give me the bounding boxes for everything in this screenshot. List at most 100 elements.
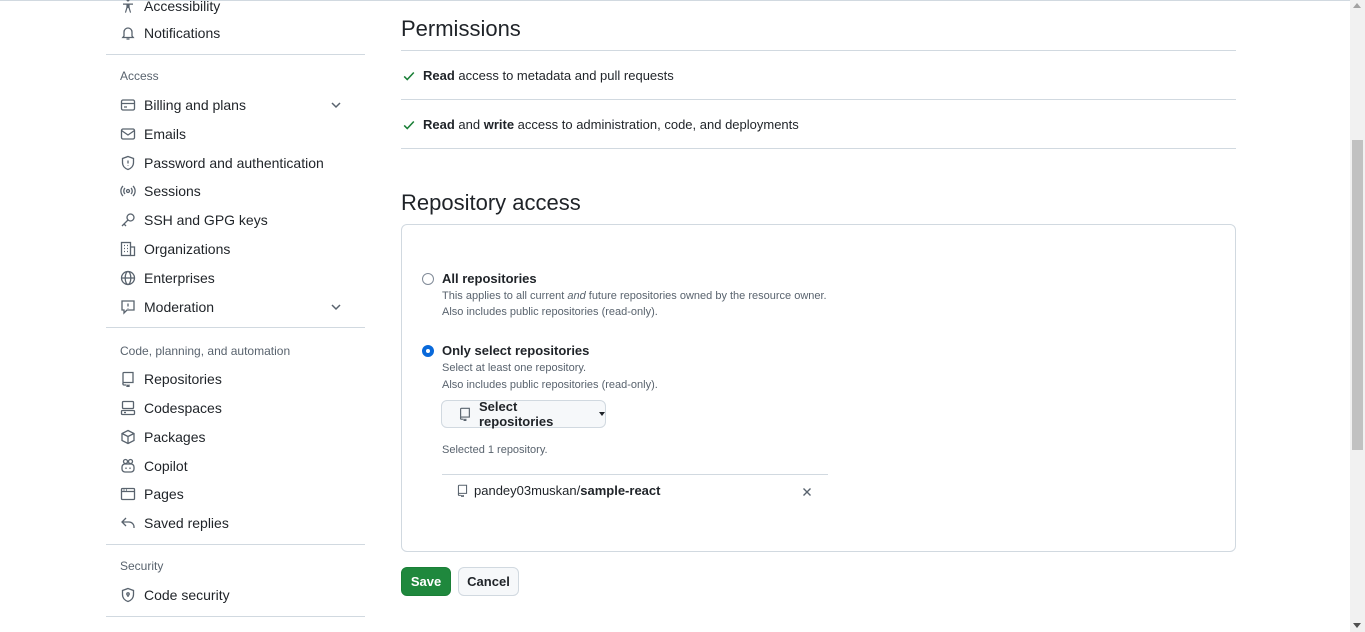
- sidebar-item-label: Pages: [144, 486, 184, 502]
- permission-description: access to metadata and pull requests: [454, 68, 674, 83]
- reply-icon: [120, 515, 136, 531]
- chevron-down-icon[interactable]: [328, 299, 344, 315]
- sidebar-item-emails[interactable]: Emails: [114, 121, 358, 147]
- shield-icon: [120, 155, 136, 171]
- bell-icon: [120, 25, 136, 41]
- sidebar-item-label: Enterprises: [144, 270, 215, 286]
- globe-icon: [120, 270, 136, 286]
- caret-down-icon: [599, 412, 605, 416]
- sidebar-item-label: Saved replies: [144, 515, 229, 531]
- sidebar-item-ssh-gpg[interactable]: SSH and GPG keys: [114, 207, 358, 233]
- note-text: This applies to all current: [442, 290, 568, 302]
- package-icon: [120, 429, 136, 445]
- repo-icon: [459, 407, 470, 421]
- select-repositories-label: Select repositories: [478, 399, 554, 429]
- browser-icon: [120, 486, 136, 502]
- sidebar-item-organizations[interactable]: Organizations: [114, 236, 358, 262]
- repo-owner: pandey03muskan/: [474, 483, 581, 498]
- all-repositories-label[interactable]: All repositories: [442, 271, 537, 286]
- credit-card-icon: [120, 97, 136, 113]
- mail-icon: [120, 126, 136, 142]
- repo-list-divider: [442, 474, 828, 475]
- sidebar-item-packages[interactable]: Packages: [114, 424, 358, 450]
- repo-icon: [120, 371, 136, 387]
- sidebar-item-label: Notifications: [144, 25, 221, 41]
- note-text: future repositories owned by the resourc…: [585, 290, 827, 302]
- sidebar-item-billing[interactable]: Billing and plans: [114, 92, 358, 118]
- sidebar-item-notifications[interactable]: Notifications: [114, 20, 358, 46]
- sidebar-item-codespaces[interactable]: Codespaces: [114, 395, 358, 421]
- sidebar-item-label: Code security: [144, 587, 230, 603]
- sidebar-divider: [106, 327, 365, 328]
- check-icon: [403, 71, 415, 81]
- sidebar-item-label: Organizations: [144, 241, 231, 257]
- sidebar-item-code-security[interactable]: Code security: [114, 582, 358, 608]
- sidebar-item-password[interactable]: Password and authentication: [114, 150, 358, 176]
- sidebar-divider: [106, 54, 365, 55]
- cancel-button[interactable]: Cancel: [458, 567, 519, 596]
- sidebar-item-label: Moderation: [144, 299, 215, 315]
- permission-connector: and: [454, 117, 484, 132]
- scroll-up-arrow-icon[interactable]: [1353, 3, 1361, 8]
- permission-item: Read access to metadata and pull request…: [402, 68, 674, 83]
- sidebar-divider: [106, 616, 365, 617]
- sidebar-item-label: Repositories: [144, 371, 222, 387]
- sidebar-item-label: Emails: [144, 126, 187, 142]
- sidebar-item-label: Packages: [144, 429, 206, 445]
- selected-count: Selected 1 repository.: [442, 444, 548, 456]
- chevron-down-icon[interactable]: [328, 97, 344, 113]
- organization-icon: [120, 241, 136, 257]
- all-repositories-option[interactable]: All repositories: [422, 271, 537, 286]
- only-select-repositories-radio[interactable]: [422, 344, 434, 357]
- sidebar-item-accessibility[interactable]: Accessibility: [114, 0, 358, 19]
- select-repositories-button[interactable]: Select repositories: [441, 399, 606, 429]
- accessibility-icon: [120, 0, 136, 14]
- sidebar-item-pages[interactable]: Pages: [114, 481, 358, 507]
- check-icon: [403, 120, 415, 130]
- codespaces-icon: [120, 400, 136, 416]
- permissions-divider: [401, 148, 1236, 149]
- sidebar-item-label: SSH and GPG keys: [144, 212, 268, 228]
- all-repositories-radio[interactable]: [422, 272, 434, 285]
- repo-name: sample-react: [580, 483, 661, 498]
- all-repositories-note: This applies to all current and future r…: [442, 288, 827, 304]
- sidebar-item-label: Copilot: [144, 458, 188, 474]
- shield-lock-icon: [120, 587, 136, 603]
- only-select-note-public: Also includes public repositories (read-…: [442, 379, 658, 391]
- scroll-down-arrow-icon[interactable]: [1353, 623, 1361, 628]
- sidebar-item-sessions[interactable]: Sessions: [114, 178, 358, 204]
- copilot-icon: [120, 458, 136, 474]
- sidebar-item-label: Accessibility: [144, 0, 221, 14]
- sidebar-item-enterprises[interactable]: Enterprises: [114, 265, 358, 291]
- permissions-divider: [401, 50, 1236, 51]
- sidebar-item-copilot[interactable]: Copilot: [114, 453, 358, 479]
- repo-icon: [457, 484, 468, 497]
- sidebar-item-moderation[interactable]: Moderation: [114, 294, 358, 320]
- save-button[interactable]: Save: [401, 567, 451, 596]
- permission-level: write: [483, 117, 515, 132]
- scrollbar-thumb[interactable]: [1352, 140, 1363, 450]
- permission-item: Read and write access to administration,…: [402, 117, 799, 132]
- broadcast-icon: [120, 183, 136, 199]
- permissions-divider: [401, 99, 1236, 100]
- sidebar-heading-security: Security: [120, 559, 164, 573]
- remove-repo-x-icon[interactable]: [800, 485, 814, 499]
- sidebar-item-repositories[interactable]: Repositories: [114, 366, 358, 392]
- sidebar-item-label: Billing and plans: [144, 97, 246, 113]
- key-icon: [120, 212, 136, 228]
- only-select-note: Select at least one repository.: [442, 362, 587, 374]
- sidebar-heading-access: Access: [120, 69, 159, 83]
- only-select-repositories-label[interactable]: Only select repositories: [442, 343, 589, 358]
- only-select-repositories-option[interactable]: Only select repositories: [422, 343, 589, 358]
- sidebar-item-label: Password and authentication: [144, 155, 324, 171]
- permissions-heading: Permissions: [401, 16, 521, 41]
- report-icon: [120, 299, 136, 315]
- note-emphasis: and: [567, 290, 586, 302]
- sidebar-heading-code: Code, planning, and automation: [120, 344, 291, 358]
- sidebar-item-saved-replies[interactable]: Saved replies: [114, 510, 358, 536]
- permission-level: Read: [423, 117, 455, 132]
- permission-level: Read: [423, 68, 455, 83]
- sidebar-divider: [106, 544, 365, 545]
- sidebar-item-label: Codespaces: [144, 400, 222, 416]
- sidebar-item-label: Sessions: [144, 183, 201, 199]
